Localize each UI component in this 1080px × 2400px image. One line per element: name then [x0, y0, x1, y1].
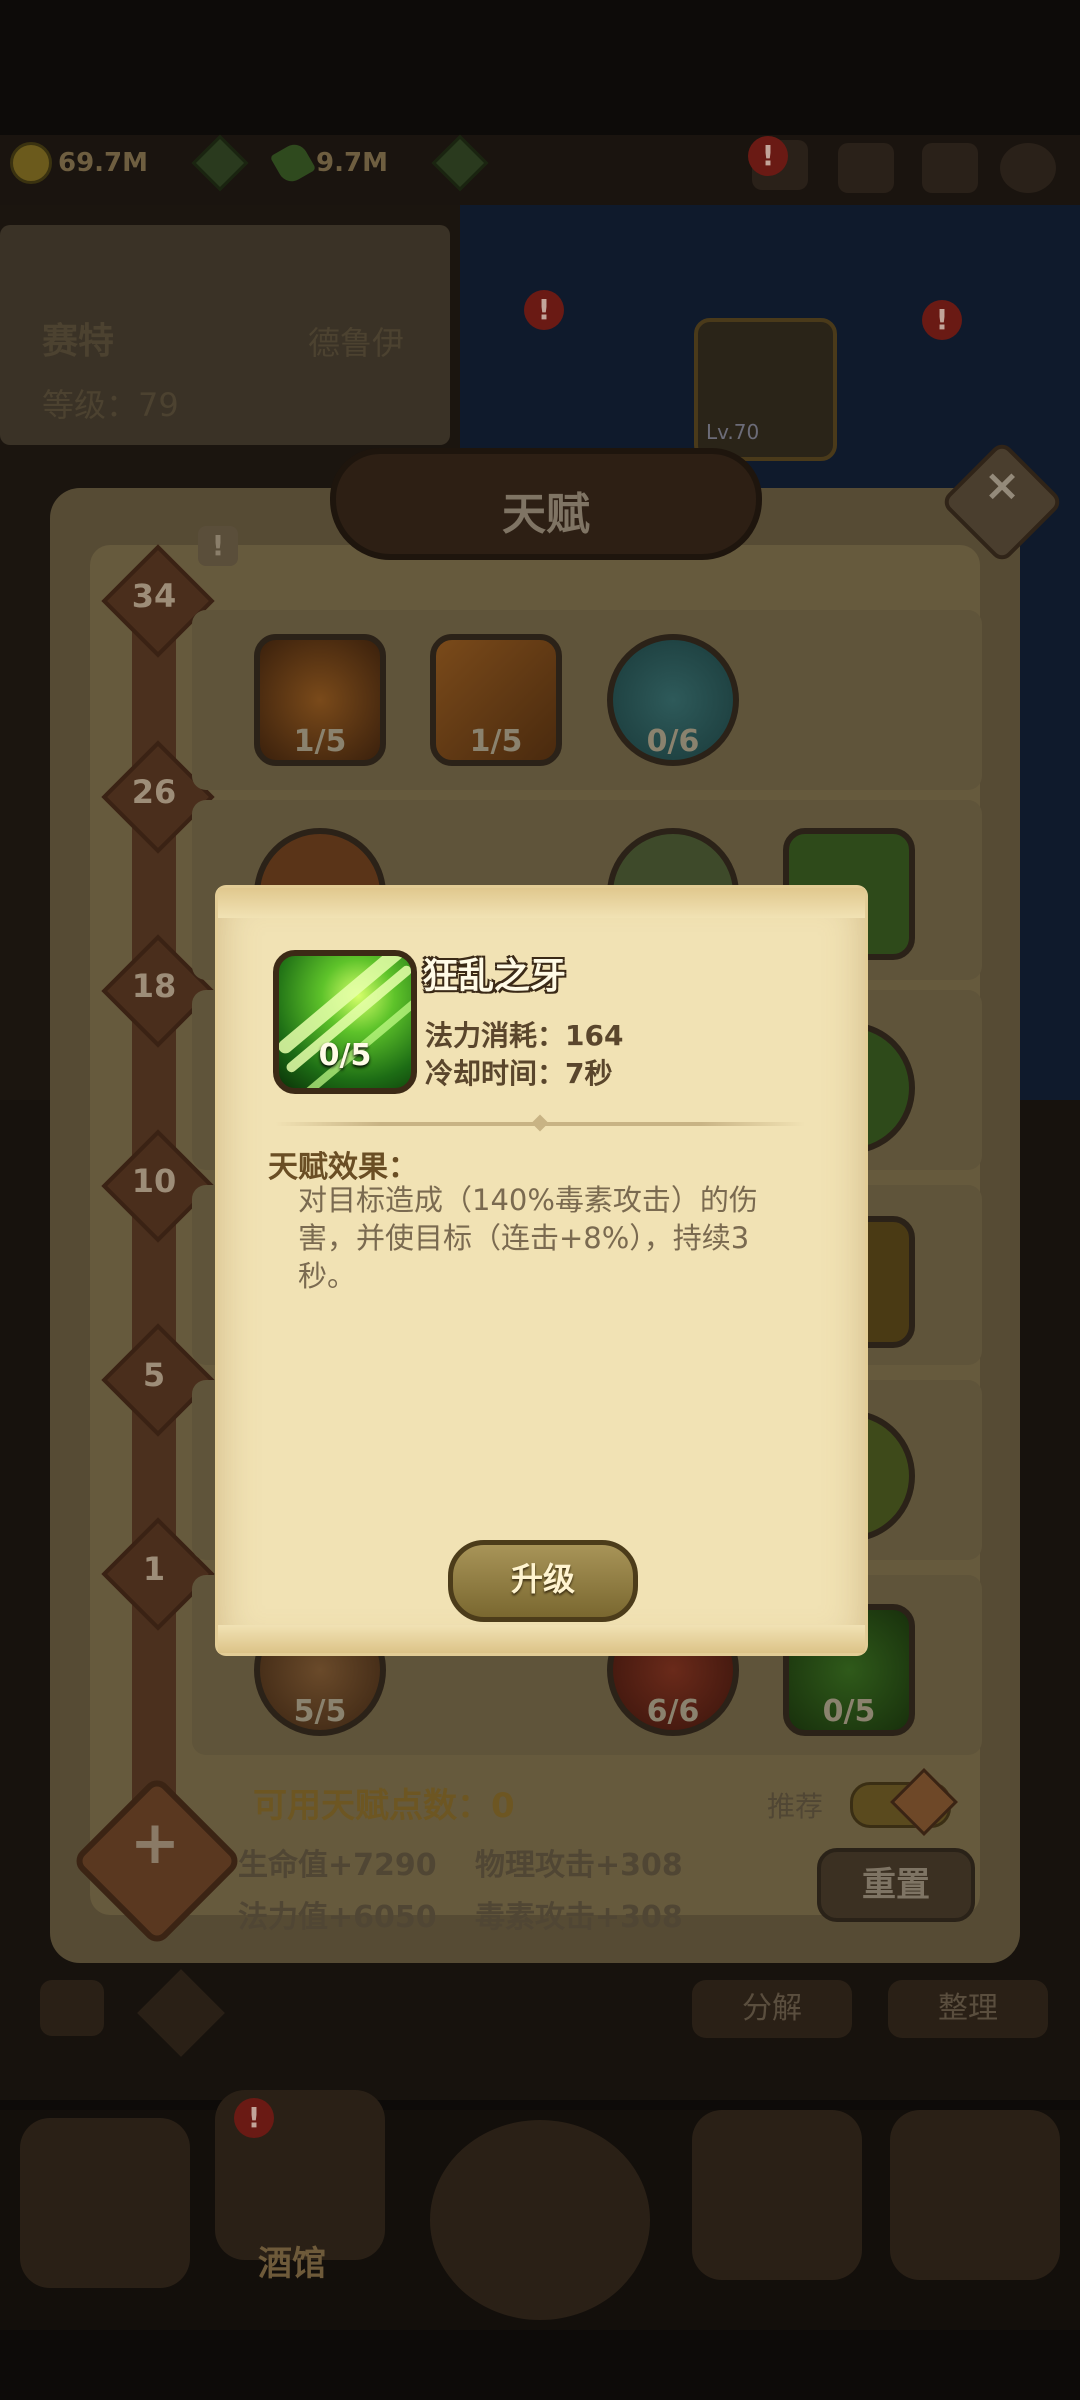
tier-label: 1	[142, 1550, 166, 1588]
stat-physical-attack: 物理攻击+308	[475, 1848, 683, 1883]
nav-guild-icon[interactable]	[692, 2110, 862, 2280]
add-emerald-icon[interactable]	[431, 134, 489, 192]
tier-label: 5	[142, 1356, 166, 1394]
nav-shop-icon[interactable]	[890, 2110, 1060, 2280]
upgrade-button[interactable]: 升级	[448, 1540, 638, 1622]
info-icon[interactable]: !	[198, 526, 238, 566]
add-gold-icon[interactable]	[191, 134, 249, 192]
stat-hp: 生命值+7290	[238, 1848, 437, 1883]
nav-map-icon[interactable]	[430, 2120, 650, 2320]
available-points: 可用天赋点数：0	[253, 1786, 515, 1826]
tier-label: 34	[131, 577, 177, 615]
recommend-label: 推荐	[767, 1790, 824, 1823]
stat-mp: 法力值+6050	[238, 1900, 437, 1935]
alert-badge-icon: !	[748, 136, 788, 176]
hero-name: 赛特	[42, 321, 115, 362]
cooldown: 冷却时间：7秒	[425, 1057, 613, 1090]
talent-node-level: 6/6	[646, 1694, 700, 1729]
nav-home-icon[interactable]	[20, 2118, 190, 2288]
skill-name: 狂乱之牙	[422, 956, 567, 997]
sort-button[interactable]: 整理	[888, 1980, 1048, 2038]
talent-node-level: 0/5	[822, 1694, 876, 1729]
plus-icon[interactable]: +	[100, 1808, 210, 1878]
talent-node-level: 0/6	[646, 724, 700, 759]
reset-button[interactable]: 重置	[817, 1848, 975, 1922]
equipment-level: Lv.70	[706, 420, 760, 444]
emerald-amount: 9.7M	[316, 148, 388, 178]
effect-title: 天赋效果：	[268, 1150, 418, 1185]
effect-description: 对目标造成（140%毒素攻击）的伤害，并使目标（连击+8%），持续3秒。	[298, 1183, 758, 1293]
resource-row: 69.7M 9.7M	[10, 134, 489, 192]
tier-label: 10	[131, 1162, 177, 1200]
talent-node-level: 5/5	[293, 1694, 347, 1729]
mana-cost: 法力消耗：164	[425, 1019, 624, 1052]
pet-icon[interactable]	[40, 1980, 104, 2036]
settings-gear-icon[interactable]	[1000, 143, 1056, 193]
alert-badge-icon: !	[234, 2098, 274, 2138]
chat-icon[interactable]	[838, 143, 894, 193]
panel-title: 天赋	[502, 489, 590, 540]
hero-level: 等级：79	[42, 386, 179, 424]
decompose-button[interactable]: 分解	[692, 1980, 852, 2038]
emerald-leaf-icon	[269, 139, 317, 187]
alert-badge-icon: !	[524, 290, 564, 330]
stat-poison-attack: 毒素攻击+308	[475, 1900, 683, 1935]
tier-label: 18	[131, 967, 177, 1005]
popup-top-edge	[218, 888, 865, 918]
talent-node-level: 1/5	[293, 724, 347, 759]
alert-badge-icon: !	[922, 300, 962, 340]
talent-node-level: 1/5	[469, 724, 523, 759]
tier-label: 26	[131, 773, 177, 811]
gold-amount: 69.7M	[58, 148, 149, 178]
gold-coin-icon	[10, 142, 52, 184]
skill-level: 0/5	[318, 1038, 372, 1073]
popup-bottom-edge	[218, 1625, 865, 1653]
close-icon[interactable]: ×	[958, 460, 1046, 511]
mail-icon[interactable]	[922, 143, 978, 193]
hero-class: 德鲁伊	[308, 324, 405, 362]
nav-tavern-label: 酒馆	[258, 2244, 326, 2284]
